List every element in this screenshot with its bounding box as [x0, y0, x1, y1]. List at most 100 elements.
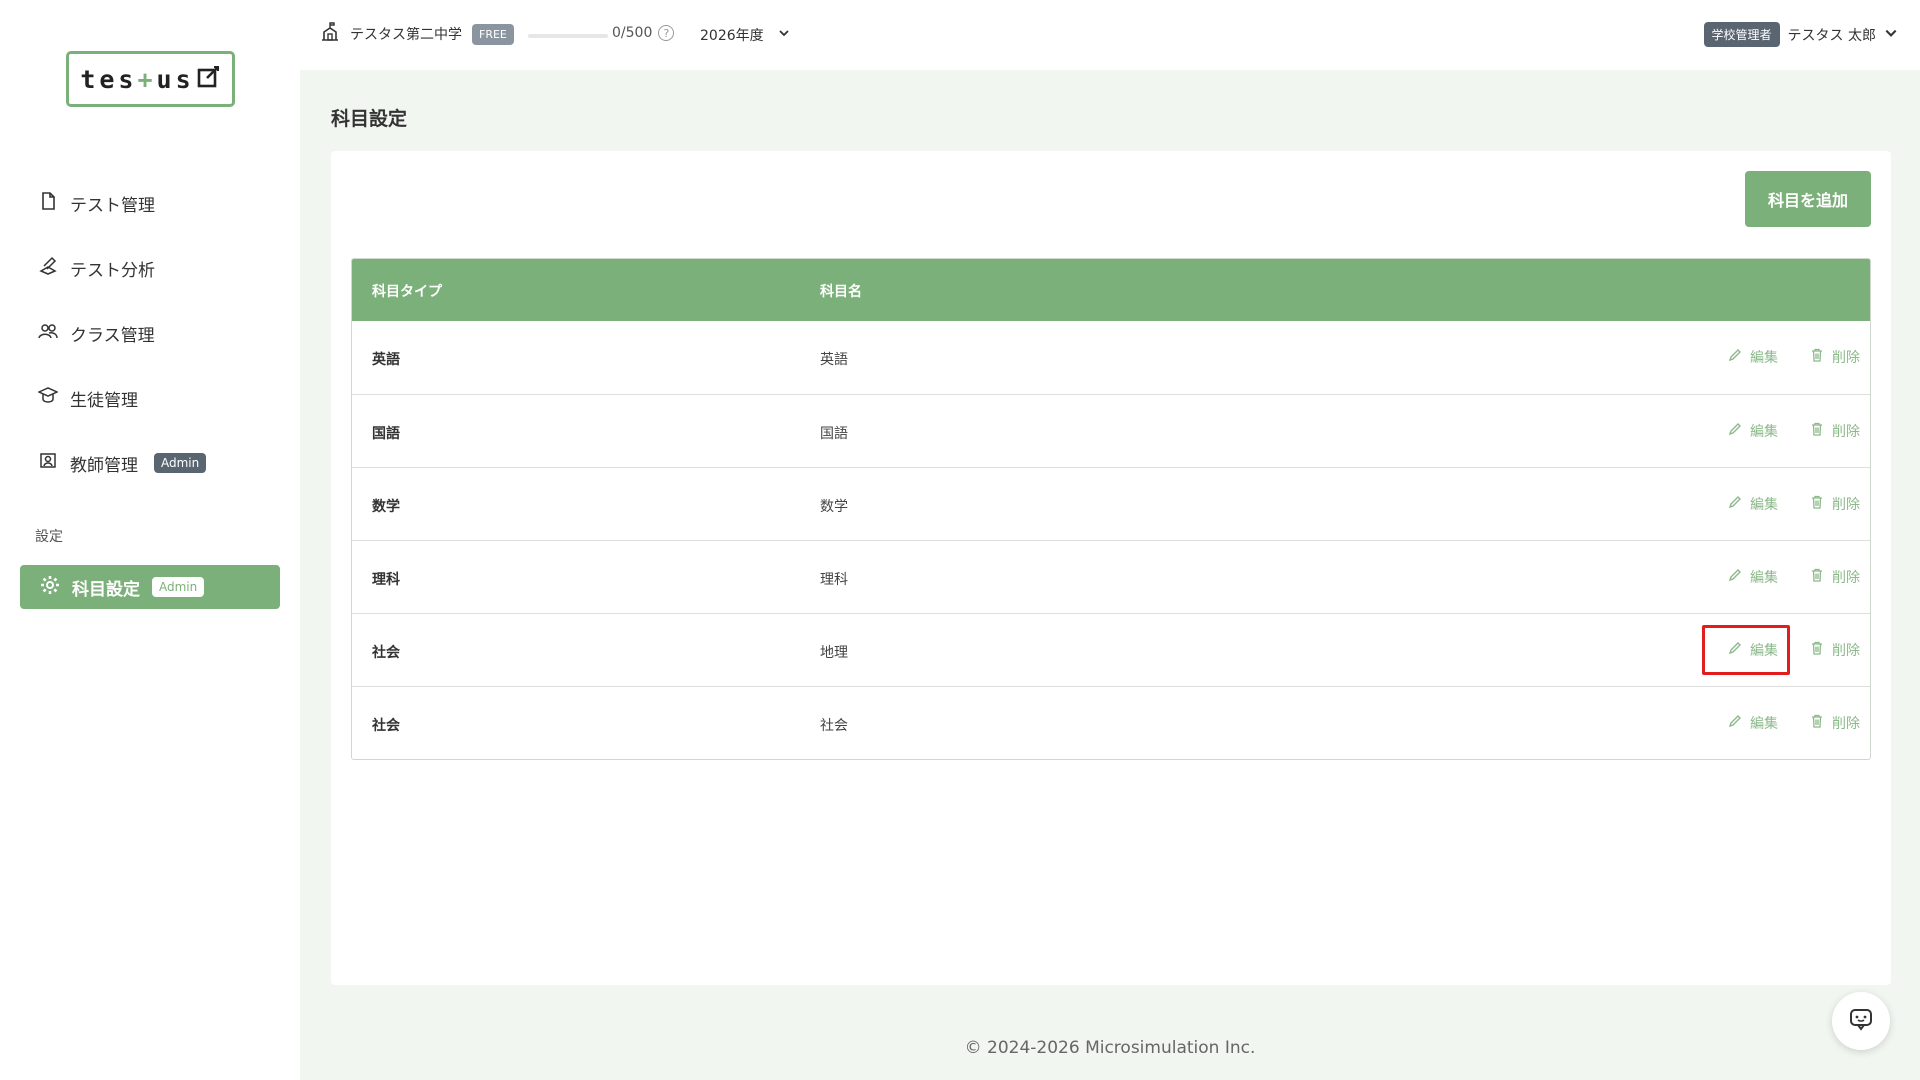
table-row: 社会 地理 編集 削除: [352, 613, 1870, 686]
sidebar-item-label: テスト分析: [70, 260, 155, 281]
usage-count: 0/500 ?: [612, 25, 675, 41]
row-actions: 編集 削除: [1728, 640, 1860, 660]
year-label: 2026年度: [700, 28, 764, 44]
cell-subject-name: 地理: [820, 645, 848, 661]
user-menu[interactable]: 学校管理者 テスタス 太郎: [1703, 22, 1898, 47]
logo-prefix: tes: [80, 64, 138, 94]
usage-text: 0/500: [612, 25, 653, 41]
edit-label: 編集: [1750, 643, 1778, 659]
school-info: テスタス第二中学 FREE: [320, 22, 514, 46]
plan-badge: FREE: [472, 23, 514, 45]
subject-card: 科目を追加 科目タイプ 科目名 英語 英語 編集 削除 国語 国語 編集 削除 数学 数学 編集 削除…: [331, 151, 1891, 985]
cell-subject-type: 社会: [372, 645, 400, 661]
top-header: テスタス第二中学 FREE 0/500 ? 2026年度 学校管理者 テスタス …: [300, 0, 1920, 70]
pencil-icon: [1728, 495, 1742, 513]
trash-icon: [1810, 348, 1824, 366]
pencil-icon: [1728, 714, 1742, 732]
delete-label: 削除: [1832, 643, 1860, 659]
pencil-icon: [1728, 348, 1742, 366]
gear-icon: [40, 575, 60, 600]
year-selector[interactable]: 2026年度: [700, 25, 790, 45]
edit-label: 編集: [1750, 350, 1778, 366]
cell-subject-type: 英語: [372, 352, 400, 368]
chevron-down-icon: [1884, 26, 1898, 44]
sidebar-item-teacher-management[interactable]: 教師管理 Admin: [38, 448, 207, 478]
row-actions: 編集 削除: [1728, 713, 1860, 733]
edit-button[interactable]: 編集: [1728, 567, 1778, 587]
edit-label: 編集: [1750, 570, 1778, 586]
footer-copyright: © 2024-2026 Microsimulation Inc.: [964, 1038, 1256, 1058]
table-body: 英語 英語 編集 削除 国語 国語 編集 削除 数学 数学 編集 削除 理科 理科 編集 削除 社会 地理 編集 削除…: [352, 321, 1870, 759]
chat-icon: [1848, 1006, 1874, 1036]
document-icon: [38, 191, 58, 216]
usage-progress-bar: [528, 34, 608, 38]
delete-label: 削除: [1832, 716, 1860, 732]
sidebar-item-subject-settings[interactable]: 科目設定 Admin: [20, 565, 280, 609]
school-name: テスタス第二中学: [350, 27, 462, 43]
delete-button[interactable]: 削除: [1810, 347, 1860, 367]
table-row: 数学 数学 編集 削除: [352, 467, 1870, 540]
sidebar-item-label: 教師管理: [70, 455, 138, 476]
cell-subject-name: 国語: [820, 426, 848, 442]
edit-button[interactable]: 編集: [1728, 494, 1778, 514]
table-header: 科目タイプ 科目名: [352, 259, 1870, 321]
cell-subject-type: 国語: [372, 426, 400, 442]
row-actions: 編集 削除: [1728, 494, 1860, 514]
edit-button[interactable]: 編集: [1728, 713, 1778, 733]
delete-button[interactable]: 削除: [1810, 494, 1860, 514]
delete-button[interactable]: 削除: [1810, 713, 1860, 733]
sidebar-item-test-analysis[interactable]: テスト分析: [38, 253, 155, 283]
delete-button[interactable]: 削除: [1810, 567, 1860, 587]
chat-support-button[interactable]: [1832, 992, 1890, 1050]
cell-subject-name: 数学: [820, 499, 848, 515]
row-actions: 編集 削除: [1728, 421, 1860, 441]
cell-subject-name: 英語: [820, 352, 848, 368]
edit-button[interactable]: 編集: [1728, 421, 1778, 441]
delete-label: 削除: [1832, 424, 1860, 440]
edit-button[interactable]: 編集: [1728, 640, 1778, 660]
logo-plus: +: [137, 64, 157, 94]
logo-suffix: us: [156, 64, 195, 94]
cell-subject-type: 理科: [372, 572, 400, 588]
row-actions: 編集 削除: [1728, 347, 1860, 367]
class-icon: [38, 321, 58, 346]
admin-badge: Admin: [152, 577, 205, 597]
table-row: 理科 理科 編集 削除: [352, 540, 1870, 613]
sidebar-item-test-management[interactable]: テスト管理: [38, 188, 155, 218]
settings-section-label: 設定: [35, 529, 63, 545]
table-row: 英語 英語 編集 削除: [352, 321, 1870, 394]
trash-icon: [1810, 714, 1824, 732]
sidebar-item-label: 科目設定: [72, 579, 140, 600]
add-subject-button[interactable]: 科目を追加: [1745, 171, 1871, 227]
trash-icon: [1810, 568, 1824, 586]
user-name: テスタス 太郎: [1787, 27, 1876, 44]
delete-label: 削除: [1832, 570, 1860, 586]
admin-badge: Admin: [154, 453, 207, 473]
edit-button[interactable]: 編集: [1728, 347, 1778, 367]
page-title: 科目設定: [331, 108, 408, 130]
edit-label: 編集: [1750, 716, 1778, 732]
pencil-icon: [1728, 641, 1742, 659]
column-header-type: 科目タイプ: [372, 284, 442, 300]
cell-subject-name: 社会: [820, 718, 848, 734]
logo[interactable]: tes+us: [66, 51, 235, 107]
trash-icon: [1810, 495, 1824, 513]
edit-box-icon: [197, 65, 221, 93]
sidebar-item-class-management[interactable]: クラス管理: [38, 318, 155, 348]
sidebar-item-label: クラス管理: [70, 325, 155, 346]
trash-icon: [1810, 641, 1824, 659]
table-row: 社会 社会 編集 削除: [352, 686, 1870, 759]
delete-button[interactable]: 削除: [1810, 640, 1860, 660]
delete-button[interactable]: 削除: [1810, 421, 1860, 441]
table-row: 国語 国語 編集 削除: [352, 394, 1870, 467]
sidebar-item-student-management[interactable]: 生徒管理: [37, 383, 138, 413]
help-icon[interactable]: ?: [658, 25, 675, 41]
edit-label: 編集: [1750, 497, 1778, 513]
school-icon: [320, 22, 340, 46]
cell-subject-type: 数学: [372, 499, 400, 515]
role-badge: 学校管理者: [1703, 22, 1780, 47]
sidebar: tes+us テスト管理 テスト分析 クラス管理 生徒管理 教師管理 Admin…: [0, 0, 300, 1080]
pencil-icon: [1728, 422, 1742, 440]
delete-label: 削除: [1832, 497, 1860, 513]
column-header-name: 科目名: [820, 284, 862, 300]
